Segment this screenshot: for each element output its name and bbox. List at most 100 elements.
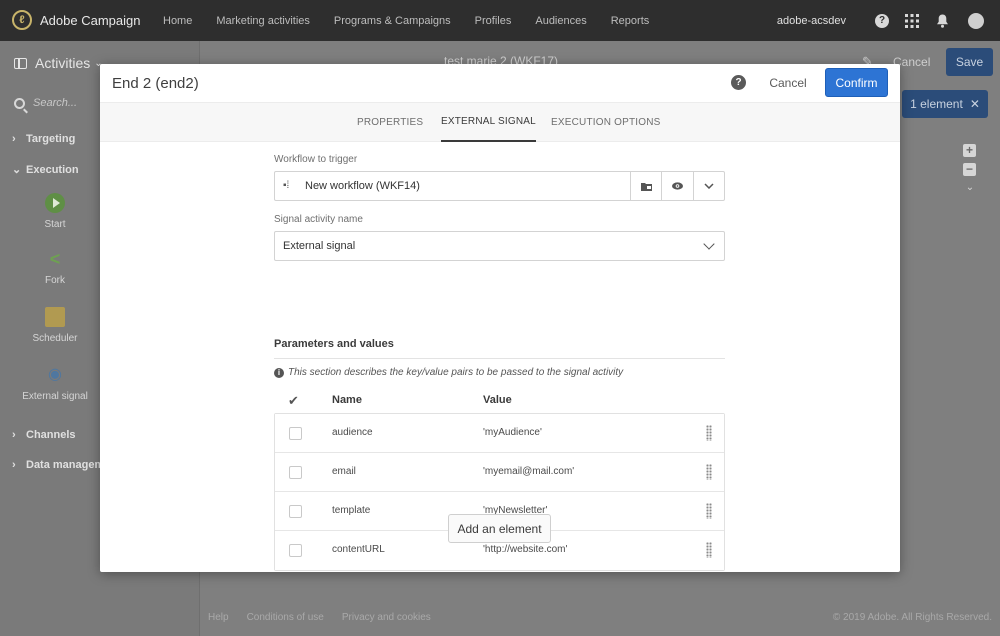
param-name: audience (332, 427, 373, 438)
category-label: Channels (26, 429, 76, 441)
column-header-name[interactable]: Name (332, 394, 362, 406)
chevron-down-icon: ⌄ (12, 164, 22, 176)
eye-icon[interactable] (661, 172, 692, 200)
browse-folder-icon[interactable] (630, 172, 661, 200)
footer-link-help[interactable]: Help (208, 612, 229, 623)
page-footer: Help Conditions of use Privacy and cooki… (208, 612, 992, 623)
selected-elements-badge[interactable]: 1 element ✕ (902, 90, 988, 118)
zoom-out-icon[interactable]: − (963, 163, 976, 176)
parameters-table: audience 'myAudience' email 'myemail@mai… (274, 413, 725, 571)
activity-properties-dialog: End 2 (end2) ? Cancel Confirm PROPERTIES… (100, 64, 900, 572)
adobe-campaign-logo-icon: ℓ (12, 10, 32, 30)
brand[interactable]: ℓ Adobe Campaign (12, 10, 140, 30)
add-element-button[interactable]: Add an element (448, 514, 551, 543)
tab-execution-options[interactable]: EXECUTION OPTIONS (551, 103, 661, 142)
activities-search[interactable]: Search... (14, 97, 77, 109)
drag-handle-icon[interactable] (706, 503, 712, 519)
workflow-to-trigger-field[interactable]: ▪⁞ New workflow (WKF14) (274, 171, 725, 201)
activity-label: Start (44, 219, 66, 230)
activity-fork[interactable]: < Fork (0, 249, 110, 286)
user-name[interactable]: adobe-acsdev (777, 15, 846, 27)
notifications-bell-icon[interactable] (934, 13, 950, 29)
zoom-controls: + − ⌄ (963, 144, 977, 193)
param-name: contentURL (332, 544, 385, 555)
apps-grid-icon[interactable] (904, 13, 920, 29)
parameters-info: i This section describes the key/value p… (274, 367, 623, 378)
param-name: email (332, 466, 356, 477)
row-checkbox[interactable] (289, 427, 302, 440)
dialog-tabs: PROPERTIES EXTERNAL SIGNAL EXECUTION OPT… (100, 102, 900, 142)
row-checkbox[interactable] (289, 505, 302, 518)
close-icon[interactable]: ✕ (970, 97, 980, 111)
canvas-save-button[interactable]: Save (946, 48, 993, 76)
confirm-button[interactable]: Confirm (825, 68, 888, 97)
nav-home[interactable]: Home (163, 15, 192, 27)
activity-label: External signal (22, 391, 88, 402)
column-header-value[interactable]: Value (483, 394, 512, 406)
drag-handle-icon[interactable] (706, 464, 712, 480)
chevron-right-icon: › (12, 459, 16, 471)
signal-activity-name-select[interactable]: External signal (274, 231, 725, 261)
signal-activity-name-label: Signal activity name (274, 214, 363, 225)
workflow-icon: ▪⁞ (283, 180, 290, 191)
tab-properties[interactable]: PROPERTIES (357, 103, 423, 142)
search-icon (14, 97, 25, 109)
chevron-right-icon: › (12, 133, 16, 145)
top-right-tools: adobe-acsdev ? (777, 0, 984, 41)
fork-icon: < (49, 249, 61, 269)
category-channels[interactable]: › Channels (12, 429, 76, 441)
search-placeholder: Search... (33, 97, 78, 109)
chevron-down-icon (702, 238, 716, 252)
parameters-heading: Parameters and values (274, 338, 725, 359)
signal-icon: ◉ (48, 366, 62, 383)
category-execution[interactable]: ⌄ Execution (12, 163, 79, 176)
cancel-button[interactable]: Cancel (764, 70, 812, 96)
calendar-icon (45, 307, 65, 327)
activities-header[interactable]: Activities ⌄ (14, 55, 103, 71)
chevron-down-icon[interactable]: ⌄ (963, 182, 977, 193)
brand-name: Adobe Campaign (40, 12, 141, 28)
help-icon[interactable]: ? (731, 75, 746, 90)
activities-title: Activities (35, 55, 91, 71)
nav-reports[interactable]: Reports (611, 15, 650, 27)
nav-programs-campaigns[interactable]: Programs & Campaigns (334, 15, 451, 27)
row-checkbox[interactable] (289, 544, 302, 557)
param-name: template (332, 505, 371, 516)
activity-scheduler[interactable]: Scheduler (0, 307, 110, 344)
select-all-checkmark-icon[interactable]: ✔ (288, 393, 299, 409)
play-icon (45, 193, 65, 213)
table-row[interactable]: email 'myemail@mail.com' (275, 453, 724, 492)
main-nav: Home Marketing activities Programs & Cam… (163, 0, 673, 41)
nav-marketing-activities[interactable]: Marketing activities (216, 15, 310, 27)
workflow-to-trigger-label: Workflow to trigger (274, 154, 358, 165)
table-row[interactable]: audience 'myAudience' (275, 414, 724, 453)
parameters-table-header: ✔ Name Value (274, 390, 725, 412)
activity-label: Scheduler (32, 333, 78, 344)
footer-link-conditions[interactable]: Conditions of use (247, 612, 324, 623)
workflow-value: New workflow (WKF14) (305, 180, 420, 192)
activity-external-signal[interactable]: ◉ External signal (0, 365, 110, 402)
chevron-down-icon[interactable] (693, 172, 724, 200)
parameters-info-text: This section describes the key/value pai… (288, 367, 624, 378)
zoom-in-icon[interactable]: + (963, 144, 976, 157)
param-value: 'http://website.com' (483, 544, 568, 555)
category-label: Targeting (26, 133, 76, 145)
top-navigation-bar: ℓ Adobe Campaign Home Marketing activiti… (0, 0, 1000, 41)
info-icon: i (274, 367, 284, 378)
activity-label: Fork (45, 275, 65, 286)
elements-label: 1 element (910, 97, 963, 111)
drag-handle-icon[interactable] (706, 542, 712, 558)
category-targeting[interactable]: › Targeting (12, 133, 75, 145)
footer-link-privacy[interactable]: Privacy and cookies (342, 612, 431, 623)
tab-external-signal[interactable]: EXTERNAL SIGNAL (441, 103, 536, 142)
activity-start[interactable]: Start (0, 193, 110, 230)
drag-handle-icon[interactable] (706, 425, 712, 441)
nav-audiences[interactable]: Audiences (535, 15, 586, 27)
chevron-right-icon: › (12, 429, 16, 441)
help-icon[interactable]: ? (874, 13, 890, 29)
panel-toggle-icon (14, 57, 27, 69)
nav-profiles[interactable]: Profiles (475, 15, 512, 27)
param-value: 'myAudience' (483, 427, 542, 438)
user-avatar[interactable] (968, 12, 984, 29)
row-checkbox[interactable] (289, 466, 302, 479)
